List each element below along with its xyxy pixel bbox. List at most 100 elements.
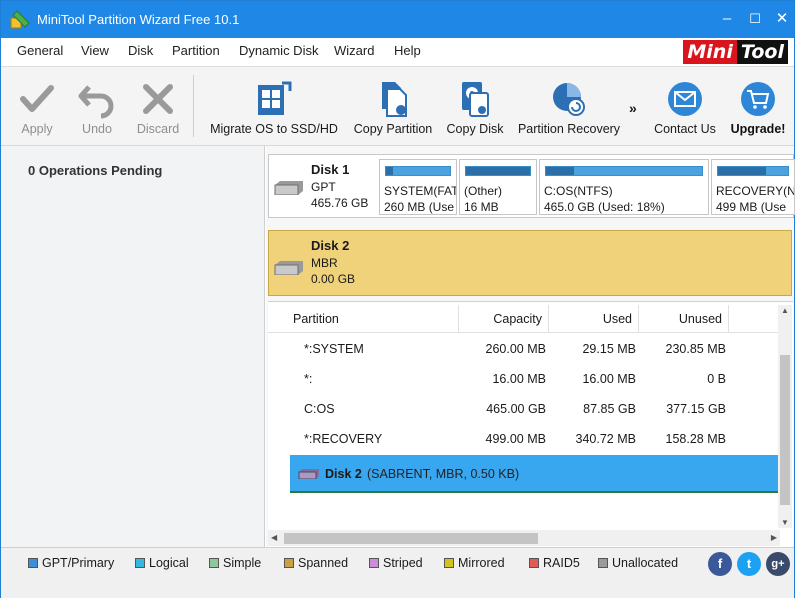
migrate-os-button[interactable]: Migrate OS to SSD/HD — [204, 67, 344, 145]
cell-partition: C:OS — [304, 402, 335, 416]
cell-capacity: 465.00 GB — [486, 402, 546, 416]
column-capacity[interactable]: Capacity — [459, 305, 549, 333]
legend-label: Logical — [149, 556, 189, 570]
menu-general[interactable]: General — [17, 43, 63, 58]
legend-swatch — [135, 558, 145, 568]
legend-swatch — [28, 558, 38, 568]
apply-label: Apply — [21, 122, 53, 136]
partition-label: SYSTEM(FAT — [384, 184, 457, 198]
partition-recovery-label: Partition Recovery — [517, 122, 621, 136]
checkmark-icon — [20, 85, 54, 112]
legend-swatch — [209, 558, 219, 568]
scroll-down-arrow-icon[interactable]: ▼ — [781, 518, 789, 527]
partition-usage-bar — [717, 166, 789, 176]
legend-logical: Logical — [135, 556, 189, 570]
contact-us-button[interactable]: Contact Us — [649, 67, 721, 145]
vertical-scrollbar[interactable]: ▲ ▼ — [778, 305, 792, 528]
copy-partition-button[interactable]: Copy Partition — [349, 67, 437, 145]
table-row[interactable]: *:SYSTEM 260.00 MB 29.15 MB 230.85 MB — [268, 334, 776, 364]
upgrade-button[interactable]: Upgrade! — [725, 67, 791, 145]
envelope-icon — [668, 82, 702, 116]
cart-icon — [741, 82, 775, 116]
legend-striped: Striped — [369, 556, 423, 570]
undo-label: Undo — [82, 122, 112, 136]
table-row[interactable]: *: 16.00 MB 16.00 MB 0 B — [268, 364, 776, 394]
cell-used: 87.85 GB — [583, 402, 636, 416]
operations-panel: 0 Operations Pending — [1, 146, 265, 547]
scroll-up-arrow-icon[interactable]: ▲ — [781, 306, 789, 315]
menu-help[interactable]: Help — [394, 43, 421, 58]
disk-1-size: 465.76 GB — [311, 196, 369, 210]
hard-disk-icon — [274, 261, 303, 275]
partition-usage-bar — [385, 166, 451, 176]
menu-view[interactable]: View — [81, 43, 109, 58]
partition-usage-bar — [545, 166, 703, 176]
menu-wizard[interactable]: Wizard — [334, 43, 374, 58]
partition-table: Partition Capacity Used Unused *:SYSTEM … — [268, 301, 793, 547]
selected-disk-row[interactable]: Disk 2 (SABRENT, MBR, 0.50 KB) — [290, 455, 778, 493]
legend-label: Mirrored — [458, 556, 505, 570]
vertical-scroll-thumb[interactable] — [780, 355, 790, 505]
table-row[interactable]: *:RECOVERY 499.00 MB 340.72 MB 158.28 MB — [268, 424, 776, 454]
google-plus-icon[interactable]: g+ — [766, 552, 790, 576]
column-unused[interactable]: Unused — [639, 305, 729, 333]
disk-1-type: GPT — [311, 180, 336, 194]
disk-2-row[interactable]: Disk 2 MBR 0.00 GB — [268, 230, 792, 296]
cell-partition: *: — [304, 372, 313, 386]
partition-usage-fill — [466, 167, 530, 175]
scroll-left-arrow-icon[interactable]: ◀ — [271, 533, 277, 542]
scroll-right-arrow-icon[interactable]: ▶ — [771, 533, 777, 542]
legend-label: Striped — [383, 556, 423, 570]
menu-bar: General View Disk Partition Dynamic Disk… — [1, 38, 794, 66]
menu-disk[interactable]: Disk — [128, 43, 153, 58]
partition-size: 465.0 GB (Used: 18%) — [544, 200, 665, 214]
operations-pending-label: 0 Operations Pending — [28, 163, 163, 178]
menu-partition[interactable]: Partition — [172, 43, 220, 58]
legend-label: Spanned — [298, 556, 349, 570]
horizontal-scrollbar[interactable]: ◀ ▶ — [268, 530, 780, 546]
app-window: MiniTool Partition Wizard Free 10.1 – ☐ … — [0, 0, 795, 598]
logo-tool-text: Tool — [736, 40, 788, 64]
legend-label: Unallocated — [612, 556, 679, 570]
cell-unused: 230.85 MB — [665, 342, 726, 356]
disk-1-row[interactable]: Disk 1 GPT 465.76 GB SYSTEM(FAT 260 MB (… — [268, 154, 795, 218]
maximize-button[interactable]: ☐ — [745, 10, 765, 28]
column-partition[interactable]: Partition — [287, 305, 459, 333]
cell-unused: 0 B — [707, 372, 726, 386]
column-used[interactable]: Used — [549, 305, 639, 333]
table-row[interactable]: C:OS 465.00 GB 87.85 GB 377.15 GB — [268, 394, 776, 424]
legend-swatch — [444, 558, 454, 568]
partition-recovery-icon — [553, 83, 585, 116]
partition-other[interactable]: (Other) 16 MB — [459, 159, 537, 215]
copy-disk-button[interactable]: Copy Disk — [443, 67, 507, 145]
disk-2-size: 0.00 GB — [311, 272, 356, 286]
partition-label: C:OS(NTFS) — [544, 184, 613, 198]
apply-button[interactable]: Apply — [5, 67, 69, 145]
disk-1-info[interactable]: Disk 1 GPT 465.76 GB — [269, 155, 377, 217]
partition-recovery-button[interactable]: Partition Recovery — [513, 67, 625, 145]
partition-usage-fill — [546, 167, 575, 175]
discard-button[interactable]: Discard — [129, 67, 187, 145]
cell-unused: 158.28 MB — [665, 432, 726, 446]
menu-dynamic-disk[interactable]: Dynamic Disk — [239, 43, 318, 58]
twitter-icon[interactable]: t — [737, 552, 761, 576]
horizontal-scroll-thumb[interactable] — [284, 533, 538, 544]
cell-capacity: 260.00 MB — [485, 342, 546, 356]
partition-size: 16 MB — [464, 200, 499, 214]
migrate-os-label: Migrate OS to SSD/HD — [210, 122, 338, 136]
partition-c-os[interactable]: C:OS(NTFS) 465.0 GB (Used: 18%) — [539, 159, 709, 215]
partition-usage-fill — [718, 167, 766, 175]
undo-button[interactable]: Undo — [67, 67, 127, 145]
close-button[interactable]: ✕ — [772, 10, 792, 28]
facebook-icon[interactable]: f — [708, 552, 732, 576]
copy-partition-icon — [382, 82, 407, 117]
partition-recovery[interactable]: RECOVERY(N 499 MB (Use — [711, 159, 795, 215]
cell-partition: *:SYSTEM — [304, 342, 364, 356]
minimize-button[interactable]: – — [717, 10, 737, 28]
more-tools-button[interactable]: » — [629, 100, 637, 116]
copy-partition-label: Copy Partition — [353, 122, 433, 136]
window-title: MiniTool Partition Wizard Free 10.1 — [37, 12, 240, 27]
title-bar: MiniTool Partition Wizard Free 10.1 – ☐ … — [1, 1, 794, 38]
legend-label: Simple — [223, 556, 262, 570]
partition-system[interactable]: SYSTEM(FAT 260 MB (Use — [379, 159, 457, 215]
